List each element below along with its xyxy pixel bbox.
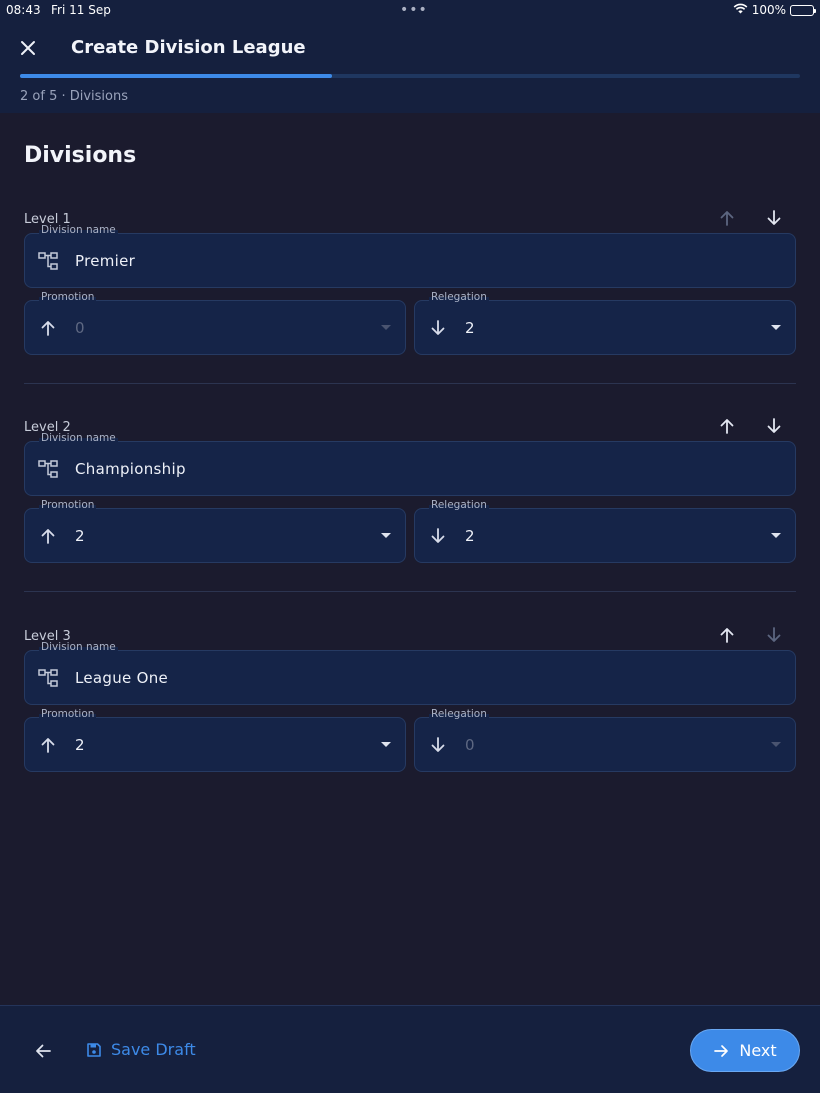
division-name-field[interactable]: Division name League One bbox=[24, 641, 796, 705]
multitasking-dots-icon[interactable]: ••• bbox=[400, 2, 428, 18]
division-card-level-1: Level 1 Division name Premier Promotion bbox=[24, 210, 796, 390]
wizard-progress-bar bbox=[20, 74, 800, 78]
division-name-value: Championship bbox=[75, 460, 186, 478]
close-icon bbox=[21, 41, 35, 55]
arrow-down-icon bbox=[767, 210, 781, 225]
arrow-up-icon bbox=[720, 628, 734, 643]
chevron-down-icon bbox=[381, 742, 391, 747]
battery-percent: 100% bbox=[751, 3, 786, 17]
hierarchy-icon bbox=[37, 667, 59, 689]
arrow-down-icon bbox=[427, 525, 449, 547]
division-name-label: Division name bbox=[39, 641, 118, 653]
battery-icon bbox=[790, 4, 816, 16]
status-right: 100% bbox=[733, 3, 816, 17]
promotion-select[interactable]: Promotion 2 bbox=[24, 499, 406, 563]
reorder-controls bbox=[711, 619, 790, 651]
relegation-select[interactable]: Relegation 2 bbox=[414, 291, 796, 355]
arrow-up-icon bbox=[37, 734, 59, 756]
chevron-down-icon bbox=[771, 533, 781, 538]
hierarchy-icon bbox=[37, 250, 59, 272]
move-up-button[interactable] bbox=[711, 202, 743, 234]
promotion-label: Promotion bbox=[39, 499, 97, 511]
floppy-disk-icon bbox=[87, 1042, 101, 1057]
promotion-select[interactable]: Promotion 0 bbox=[24, 291, 406, 355]
relegation-value: 0 bbox=[465, 736, 475, 754]
hierarchy-icon bbox=[37, 458, 59, 480]
wifi-icon bbox=[733, 3, 748, 17]
division-card-level-3: Level 3 Division name League One Promoti… bbox=[24, 627, 796, 807]
next-button[interactable]: Next bbox=[690, 1029, 800, 1072]
reorder-controls bbox=[711, 410, 790, 442]
arrow-right-icon bbox=[714, 1044, 729, 1057]
move-down-button[interactable] bbox=[758, 410, 790, 442]
arrow-down-icon bbox=[767, 627, 781, 642]
arrow-up-icon bbox=[720, 419, 734, 434]
promotion-label: Promotion bbox=[39, 708, 97, 720]
move-up-button[interactable] bbox=[711, 410, 743, 442]
reorder-controls bbox=[711, 202, 790, 234]
next-label: Next bbox=[739, 1041, 777, 1060]
save-draft-button[interactable]: Save Draft bbox=[86, 1040, 196, 1059]
division-name-value: League One bbox=[75, 669, 169, 687]
division-name-field[interactable]: Division name Championship bbox=[24, 432, 796, 496]
relegation-select[interactable]: Relegation 2 bbox=[414, 499, 796, 563]
divider bbox=[24, 383, 796, 384]
chevron-down-icon bbox=[381, 533, 391, 538]
move-up-button[interactable] bbox=[711, 619, 743, 651]
division-name-label: Division name bbox=[39, 224, 118, 236]
arrow-down-icon bbox=[427, 317, 449, 339]
step-indicator: 2 of 5 · Divisions bbox=[20, 89, 129, 104]
back-button[interactable] bbox=[28, 1036, 58, 1066]
arrow-up-icon bbox=[37, 525, 59, 547]
section-title: Divisions bbox=[24, 143, 137, 168]
promotion-label: Promotion bbox=[39, 291, 97, 303]
relegation-value: 2 bbox=[465, 319, 475, 337]
chevron-down-icon bbox=[381, 325, 391, 330]
arrow-down-icon bbox=[767, 418, 781, 433]
chevron-down-icon bbox=[771, 325, 781, 330]
close-button[interactable] bbox=[14, 34, 42, 62]
relegation-select[interactable]: Relegation 0 bbox=[414, 708, 796, 772]
arrow-left-icon bbox=[36, 1044, 51, 1058]
status-time: 08:43 bbox=[6, 3, 41, 17]
save-draft-label: Save Draft bbox=[111, 1040, 196, 1059]
division-name-field[interactable]: Division name Premier bbox=[24, 224, 796, 288]
relegation-label: Relegation bbox=[429, 499, 489, 511]
app-header: Create Division League 2 of 5 · Division… bbox=[0, 22, 820, 113]
move-down-button[interactable] bbox=[758, 202, 790, 234]
wizard-progress-fill bbox=[20, 74, 332, 78]
arrow-up-icon bbox=[37, 317, 59, 339]
division-name-value: Premier bbox=[75, 252, 136, 270]
status-date: Fri 11 Sep bbox=[51, 3, 111, 17]
division-name-label: Division name bbox=[39, 432, 118, 444]
move-down-button[interactable] bbox=[758, 619, 790, 651]
promotion-select[interactable]: Promotion 2 bbox=[24, 708, 406, 772]
relegation-value: 2 bbox=[465, 527, 475, 545]
relegation-label: Relegation bbox=[429, 708, 489, 720]
arrow-up-icon bbox=[720, 211, 734, 226]
divider bbox=[24, 591, 796, 592]
arrow-down-icon bbox=[427, 734, 449, 756]
page-title: Create Division League bbox=[71, 37, 306, 58]
relegation-label: Relegation bbox=[429, 291, 489, 303]
chevron-down-icon bbox=[771, 742, 781, 747]
promotion-value: 2 bbox=[75, 527, 85, 545]
division-card-level-2: Level 2 Division name Championship Promo… bbox=[24, 418, 796, 598]
promotion-value: 2 bbox=[75, 736, 85, 754]
promotion-value: 0 bbox=[75, 319, 85, 337]
wizard-footer: Save Draft Next bbox=[0, 1005, 820, 1093]
status-bar: 08:43 Fri 11 Sep ••• 100% bbox=[0, 0, 820, 22]
